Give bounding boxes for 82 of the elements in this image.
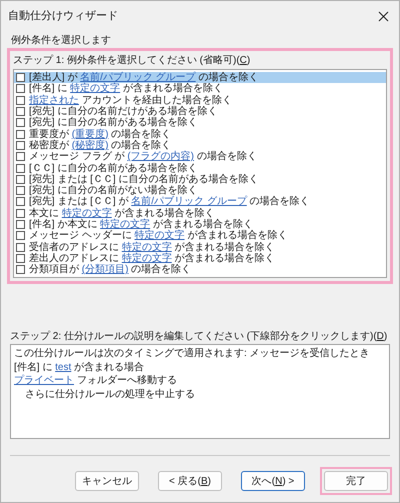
checkbox[interactable] bbox=[16, 231, 25, 240]
condition-text: メッセージ ヘッダーに 特定の文字 が含まれる場合を除く bbox=[29, 230, 288, 242]
rule-line: [件名] に test が含まれる場合 bbox=[14, 360, 146, 374]
link[interactable]: 特定の文字 bbox=[122, 242, 172, 253]
condition-text: [差出人] が 名前/パブリック グループ の場合を除く bbox=[29, 72, 258, 84]
window-title: 自動仕分けウィザード bbox=[8, 8, 118, 24]
close-icon[interactable] bbox=[378, 10, 389, 22]
dialog-button[interactable]: 次へ(N) > bbox=[241, 471, 305, 492]
condition-item[interactable]: 受信者のアドレスに 特定の文字 が含まれる場合を除く bbox=[14, 241, 386, 253]
condition-text: [宛先] または [ＣＣ] に自分の名前がある場合を除く bbox=[29, 174, 258, 185]
condition-item[interactable]: [ＣＣ] に自分の名前がある場合を除く bbox=[14, 162, 386, 174]
checkbox[interactable] bbox=[16, 140, 25, 150]
link[interactable]: (秘密度) bbox=[72, 140, 108, 151]
page-heading: 例外条件を選択します bbox=[10, 34, 112, 47]
condition-text: [件名] か本文に 特定の文字 が含まれる場合を除く bbox=[29, 219, 253, 230]
checkbox[interactable] bbox=[16, 186, 25, 196]
rule-line: プライベート フォルダーへ移動する bbox=[14, 374, 178, 388]
condition-text: 指定された アカウントを経由した場合を除く bbox=[29, 94, 232, 106]
dialog-button[interactable]: 完了 bbox=[324, 471, 388, 492]
rule-line: さらに仕分けルールの処理を中止する bbox=[24, 388, 196, 402]
condition-item[interactable]: 重要度が (重要度) の場合を除く bbox=[14, 128, 386, 140]
condition-item[interactable]: [宛先] または [ＣＣ] が 名前/パブリック グループ の場合を除く bbox=[14, 196, 386, 208]
condition-text: [宛先] に自分の名前だけがある場合を除く bbox=[29, 106, 218, 118]
link[interactable]: 特定の文字 bbox=[70, 83, 120, 94]
condition-item[interactable]: 指定された アカウントを経由した場合を除く bbox=[14, 94, 386, 106]
checkbox[interactable] bbox=[16, 73, 25, 82]
checkbox[interactable] bbox=[16, 130, 25, 139]
link[interactable]: 名前/パブリック グループ bbox=[80, 72, 196, 84]
checkbox[interactable] bbox=[16, 164, 25, 173]
condition-text: [件名] に 特定の文字 が含まれる場合を除く bbox=[29, 83, 223, 94]
checkbox[interactable] bbox=[16, 107, 25, 116]
checkbox[interactable] bbox=[16, 220, 25, 229]
condition-item[interactable]: メッセージ フラグ が (フラグの内容) の場合を除く bbox=[14, 151, 386, 162]
checkbox[interactable] bbox=[16, 84, 25, 94]
condition-text: 差出人のアドレスに 特定の文字 が含まれる場合を除く bbox=[29, 252, 275, 264]
condition-item[interactable]: [宛先] または [ＣＣ] に自分の名前がある場合を除く bbox=[14, 174, 386, 185]
condition-text: 重要度が (重要度) の場合を除く bbox=[29, 128, 172, 140]
step1-label: ステップ 1: 例外条件を選択してください (省略可)(C) bbox=[13, 54, 252, 67]
link[interactable]: プライベート bbox=[14, 375, 74, 386]
checkbox[interactable] bbox=[16, 208, 25, 218]
link[interactable]: 特定の文字 bbox=[100, 219, 150, 230]
checkbox[interactable] bbox=[16, 174, 25, 184]
dialog-button[interactable]: < 戻る(B) bbox=[158, 471, 222, 492]
checkbox[interactable] bbox=[16, 96, 25, 105]
link[interactable]: (重要度) bbox=[72, 128, 108, 140]
link[interactable]: 特定の文字 bbox=[134, 230, 185, 242]
checkbox[interactable] bbox=[16, 242, 25, 252]
link[interactable]: 指定された bbox=[29, 94, 79, 106]
condition-item[interactable]: [件名] に 特定の文字 が含まれる場合を除く bbox=[14, 83, 386, 95]
checkbox[interactable] bbox=[16, 152, 25, 162]
condition-text: [宛先] に自分の名前がない場合を除く bbox=[29, 185, 198, 196]
link[interactable]: 名前/パブリック グループ bbox=[131, 196, 247, 208]
condition-item[interactable]: 分類項目が (分類項目) の場合を除く bbox=[14, 264, 386, 276]
dialog-button[interactable]: キャンセル bbox=[75, 471, 139, 492]
checkbox[interactable] bbox=[16, 265, 25, 274]
link[interactable]: (フラグの内容) bbox=[127, 151, 194, 162]
condition-item[interactable]: [宛先] に自分の名前だけがある場合を除く bbox=[14, 106, 386, 118]
condition-item[interactable]: [宛先] に自分の名前がある場合を除く bbox=[14, 117, 386, 128]
condition-text: 秘密度が (秘密度) の場合を除く bbox=[29, 140, 172, 151]
link[interactable]: (分類項目) bbox=[82, 264, 128, 276]
condition-item[interactable]: [件名] か本文に 特定の文字 が含まれる場合を除く bbox=[14, 218, 386, 230]
condition-item[interactable]: 秘密度が (秘密度) の場合を除く bbox=[14, 140, 386, 152]
condition-item[interactable]: 差出人のアドレスに 特定の文字 が含まれる場合を除く bbox=[14, 252, 386, 264]
condition-item[interactable]: メッセージ ヘッダーに 特定の文字 が含まれる場合を除く bbox=[14, 230, 386, 242]
condition-text: 受信者のアドレスに 特定の文字 が含まれる場合を除く bbox=[29, 242, 275, 253]
link[interactable]: test bbox=[55, 362, 72, 373]
condition-text: [宛先] に自分の名前がある場合を除く bbox=[29, 117, 198, 128]
condition-text: 本文に 特定の文字 が含まれる場合を除く bbox=[29, 208, 215, 219]
condition-text: 分類項目が (分類項目) の場合を除く bbox=[29, 264, 192, 276]
checkbox[interactable] bbox=[16, 197, 25, 206]
checkbox[interactable] bbox=[16, 254, 25, 263]
link[interactable]: 特定の文字 bbox=[62, 208, 112, 219]
condition-item[interactable]: 本文に 特定の文字 が含まれる場合を除く bbox=[14, 208, 386, 219]
condition-text: [宛先] または [ＣＣ] が 名前/パブリック グループ の場合を除く bbox=[29, 196, 310, 208]
checkbox[interactable] bbox=[16, 118, 25, 128]
condition-text: メッセージ フラグ が (フラグの内容) の場合を除く bbox=[29, 151, 257, 162]
link[interactable]: 特定の文字 bbox=[122, 252, 172, 264]
condition-text: [ＣＣ] に自分の名前がある場合を除く bbox=[29, 162, 198, 174]
step2-label: ステップ 2: 仕分けルールの説明を編集してください (下線部分をクリックします)(D) bbox=[10, 330, 388, 344]
condition-item[interactable]: [差出人] が 名前/パブリック グループ の場合を除く bbox=[14, 72, 386, 84]
rule-line: この仕分けルールは次のタイミングで適用されます: メッセージを受信したとき bbox=[14, 347, 371, 361]
condition-item[interactable]: [宛先] に自分の名前がない場合を除く bbox=[14, 184, 386, 196]
